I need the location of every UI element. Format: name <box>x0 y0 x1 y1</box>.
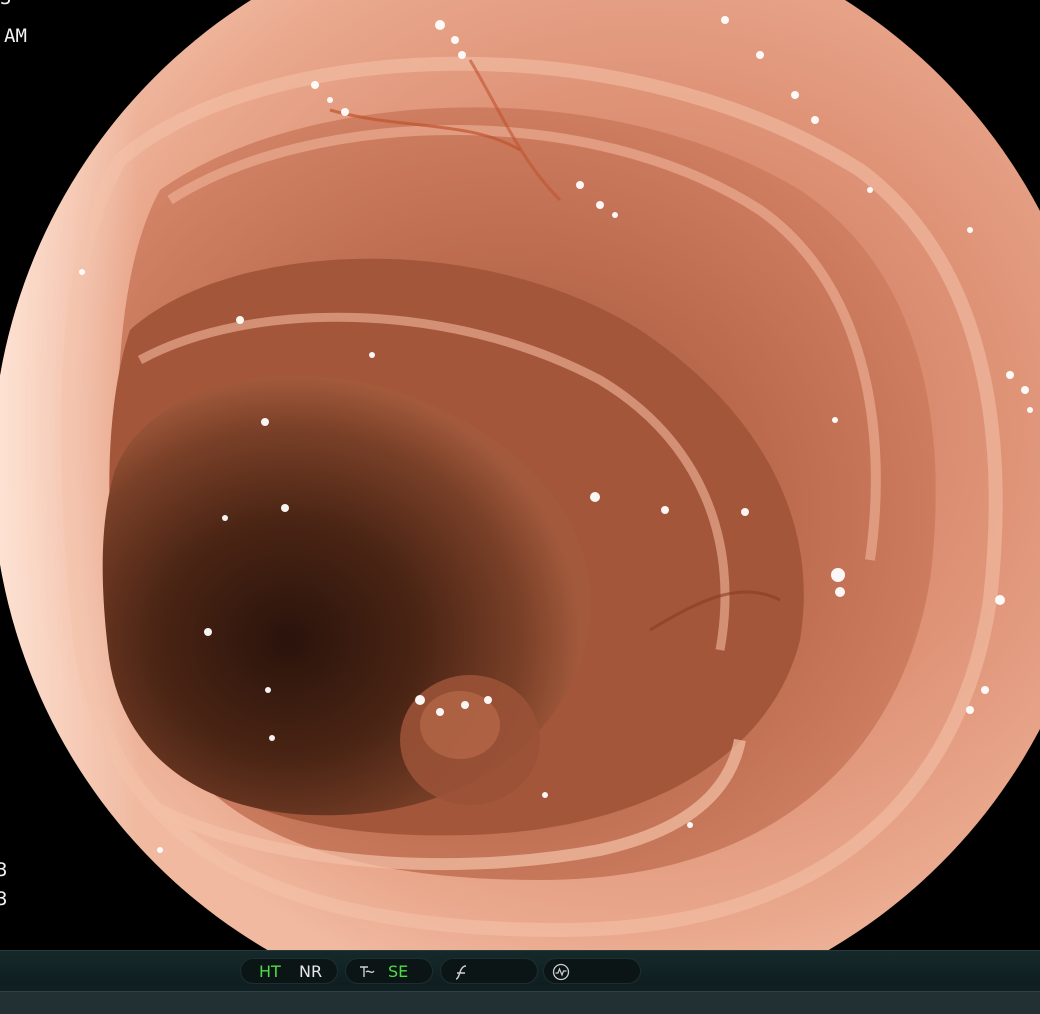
endoscopic-image <box>0 0 1040 950</box>
status-bar: HT NR SE <box>0 950 1040 1014</box>
colon-lumen-image <box>0 0 1040 950</box>
contrast-group <box>440 958 538 984</box>
contrast-curve-icon <box>453 963 471 981</box>
overlay-left-text-1: 3 <box>0 859 8 881</box>
nr-indicator: NR <box>299 962 323 981</box>
overlay-top-text: 3 <box>0 0 11 8</box>
waveform-circle-icon <box>552 963 570 981</box>
ht-indicator: HT <box>259 962 281 981</box>
overlay-time-suffix: AM <box>4 25 27 47</box>
status-strip <box>0 991 1040 1014</box>
ht-nr-group: HT NR <box>240 958 338 984</box>
structure-enhance-icon <box>358 963 376 981</box>
waveform-group <box>543 958 641 984</box>
endoscope-monitor: 3 AM 3 3 HT NR SE <box>0 0 1040 1014</box>
se-indicator: SE <box>388 962 409 981</box>
overlay-left-text-2: 3 <box>0 888 8 910</box>
se-group: SE <box>345 958 433 984</box>
